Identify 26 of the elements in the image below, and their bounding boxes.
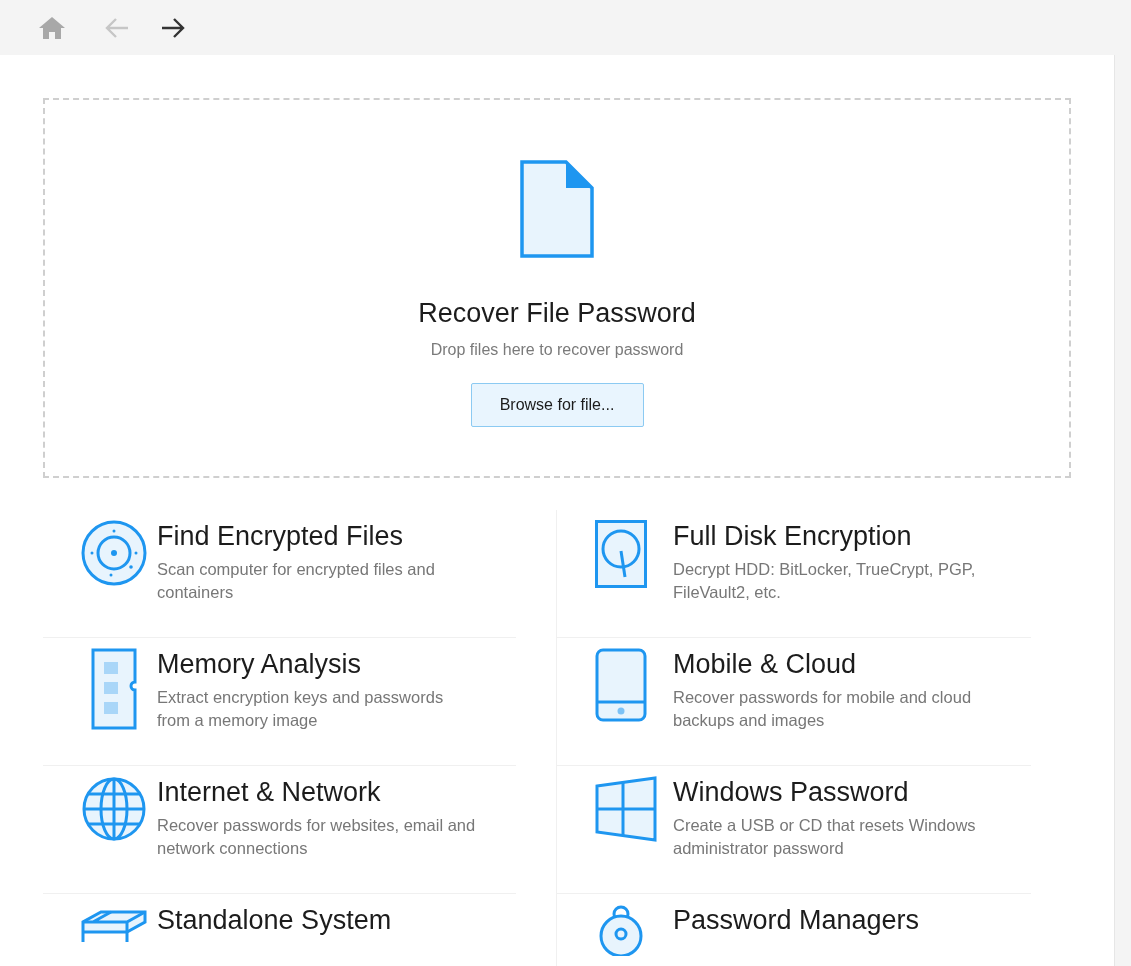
drop-zone[interactable]: Recover File Password Drop files here to recover password Browse for file...	[43, 98, 1071, 478]
forward-arrow-icon[interactable]	[160, 16, 186, 39]
tool-title[interactable]: Internet & Network	[157, 776, 477, 809]
tool-title[interactable]: Standalone System	[157, 904, 392, 937]
file-icon	[520, 160, 594, 258]
disc-icon[interactable]	[81, 520, 147, 586]
drop-zone-title: Recover File Password	[418, 298, 696, 329]
tool-title[interactable]: Mobile & Cloud	[673, 648, 993, 681]
tablet-icon[interactable]	[595, 648, 647, 722]
tool-description: Decrypt HDD: BitLocker, TrueCrypt, PGP, FileVault2, etc.	[673, 559, 977, 604]
browse-button[interactable]: Browse for file...	[470, 383, 644, 427]
tool-description: Create a USB or CD that resets Windows administrator password	[673, 815, 977, 860]
tool-description: Recover passwords for mobile and cloud backups and images	[673, 687, 973, 732]
windows-logo-icon[interactable]	[595, 776, 657, 842]
home-icon[interactable]	[38, 15, 66, 40]
tool-title[interactable]: Password Managers	[673, 904, 920, 937]
tool-title[interactable]: Find Encrypted Files	[157, 520, 477, 553]
globe-icon[interactable]	[81, 776, 147, 842]
tool-description: Scan computer for encrypted files and containers	[157, 559, 436, 604]
tool-description: Recover passwords for websites, email and network connections	[157, 815, 477, 860]
tool-title[interactable]: Full Disk Encryption	[673, 520, 993, 553]
drop-zone-hint: Drop files here to recover password	[430, 341, 684, 359]
memory-module-icon[interactable]	[91, 648, 137, 730]
tool-title[interactable]: Memory Analysis	[157, 648, 477, 681]
tool-title[interactable]: Windows Password	[673, 776, 993, 809]
tool-description: Extract encryption keys and passwords from a memory image	[157, 687, 445, 732]
